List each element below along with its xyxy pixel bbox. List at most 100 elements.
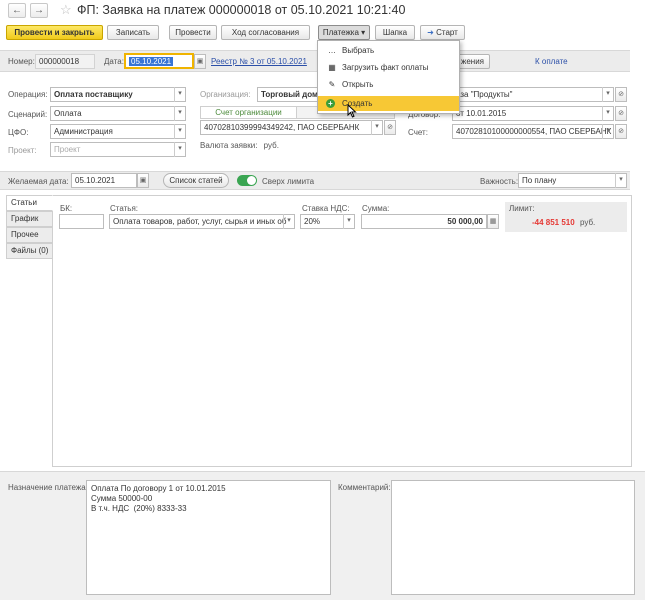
- save-button[interactable]: Записать: [107, 25, 159, 40]
- post-and-close-button[interactable]: Провести и закрыть: [6, 25, 103, 40]
- chevron-down-icon[interactable]: ▾: [174, 106, 185, 121]
- tab-organization-account[interactable]: Счет организации: [201, 107, 297, 118]
- tab-articles[interactable]: Статьи: [6, 195, 53, 211]
- chevron-down-icon[interactable]: ▾: [174, 142, 185, 157]
- favorite-star-icon[interactable]: ☆: [60, 2, 72, 18]
- sum-field[interactable]: 50 000,00: [361, 214, 487, 229]
- edit-icon: ✎: [328, 80, 336, 89]
- organization-label: Организация:: [200, 90, 251, 99]
- bk-field[interactable]: [59, 214, 104, 229]
- vat-label: Ставка НДС:: [302, 204, 350, 213]
- payments-dropdown-menu: … Выбрать ▦ Загрузить факт оплаты ✎ Откр…: [317, 40, 460, 114]
- chevron-down-icon[interactable]: ▾: [371, 120, 382, 135]
- add-icon: +: [326, 99, 335, 108]
- articles-list-button[interactable]: Список статей: [163, 173, 229, 188]
- counterparty-field[interactable]: аза "Продукты": [452, 87, 614, 102]
- date-field[interactable]: 05.10.2021: [124, 53, 194, 69]
- limit-label: Лимит:: [509, 204, 535, 213]
- header-button[interactable]: Шапка: [375, 25, 415, 40]
- chevron-down-icon[interactable]: ▾: [602, 87, 613, 102]
- counterparty-open-button[interactable]: ⊘: [615, 87, 627, 102]
- desired-date-calendar-button[interactable]: ▣: [137, 173, 149, 188]
- operation-field[interactable]: Оплата поставщику: [50, 87, 186, 102]
- ellipsis-icon: …: [328, 46, 336, 55]
- movements-button[interactable]: жения: [455, 54, 490, 69]
- menu-item-load-label: Загрузить факт оплаты: [342, 63, 429, 72]
- desired-date-field[interactable]: 05.10.2021: [71, 173, 137, 188]
- number-field: 000000018: [35, 54, 95, 69]
- payments-menu-button[interactable]: Платежка ▾: [318, 25, 370, 40]
- tab-other[interactable]: Прочее: [6, 227, 53, 243]
- tab-files[interactable]: Файлы (0): [6, 243, 53, 259]
- chevron-down-icon: ▾: [361, 28, 366, 37]
- organization-account-field[interactable]: 40702810399994349242, ПАО СБЕРБАНК: [200, 120, 383, 135]
- calendar-icon: ▣: [196, 58, 204, 65]
- menu-item-load-payment[interactable]: ▦ Загрузить факт оплаты: [318, 60, 459, 75]
- contract-field[interactable]: от 10.01.2015: [452, 106, 614, 121]
- articles-panel: [52, 195, 632, 467]
- desired-date-label: Желаемая дата:: [8, 177, 69, 186]
- date-calendar-button[interactable]: ▣: [194, 54, 206, 69]
- org-account-open-button[interactable]: ⊘: [384, 120, 396, 135]
- chevron-down-icon[interactable]: ▾: [602, 106, 613, 121]
- contract-open-button[interactable]: ⊘: [615, 106, 627, 121]
- arrow-left-icon: ←: [12, 5, 22, 16]
- number-label: Номер:: [8, 57, 35, 66]
- approval-progress-button[interactable]: Ход согласования: [221, 25, 310, 40]
- over-limit-label: Сверх лимита: [262, 177, 315, 186]
- payments-label: Платежка: [322, 28, 359, 37]
- menu-item-open[interactable]: ✎ Открыть: [318, 77, 459, 92]
- operation-label: Операция:: [8, 90, 48, 99]
- post-button[interactable]: Провести: [169, 25, 217, 40]
- tab-schedule[interactable]: График: [6, 211, 53, 227]
- account-field[interactable]: 40702810100000000554, ПАО СБЕРБАНК: [452, 124, 614, 139]
- limit-value: -44 851 510: [532, 218, 575, 227]
- chevron-down-icon[interactable]: ▾: [283, 214, 294, 229]
- account-open-button[interactable]: ⊘: [615, 124, 627, 139]
- article-field[interactable]: Оплата товаров, работ, услуг, сырья и ин…: [109, 214, 295, 229]
- link-icon: ⊘: [618, 128, 624, 135]
- chevron-down-icon[interactable]: ▾: [174, 87, 185, 102]
- forward-button[interactable]: →: [30, 3, 48, 18]
- chevron-down-icon[interactable]: ▾: [615, 173, 626, 188]
- cfo-label: ЦФО:: [8, 128, 29, 137]
- start-arrow-icon: ➜: [427, 28, 434, 37]
- menu-item-create[interactable]: + Создать: [318, 96, 459, 111]
- project-field[interactable]: Проект: [50, 142, 186, 157]
- importance-label: Важность:: [480, 177, 519, 186]
- scenario-label: Сценарий:: [8, 110, 48, 119]
- currency-value: руб.: [263, 141, 279, 150]
- arrow-right-icon: →: [34, 5, 44, 16]
- calculator-button[interactable]: ▦: [487, 214, 499, 229]
- start-button[interactable]: ➜ Старт: [420, 25, 465, 40]
- comment-textarea[interactable]: [391, 480, 635, 595]
- scenario-field[interactable]: Оплата: [50, 106, 186, 121]
- registry-link[interactable]: Реестр № 3 от 05.10.2021: [211, 57, 307, 66]
- calendar-icon: ▣: [139, 177, 147, 184]
- chevron-down-icon[interactable]: ▾: [174, 124, 185, 139]
- account-label: Счет:: [408, 128, 428, 137]
- cfo-field[interactable]: Администрация: [50, 124, 186, 139]
- menu-item-select[interactable]: … Выбрать: [318, 43, 459, 58]
- currency-label-text: Валюта заявки:: [200, 141, 258, 150]
- organization-field[interactable]: Торговый дом: [257, 87, 319, 102]
- link-icon: ⊘: [618, 91, 624, 98]
- purpose-textarea[interactable]: Оплата По договору 1 от 10.01.2015 Сумма…: [86, 480, 331, 595]
- menu-item-open-label: Открыть: [342, 80, 374, 89]
- currency-label: Валюта заявки: руб.: [200, 141, 279, 150]
- status-link[interactable]: К оплате: [535, 57, 568, 66]
- calculator-icon: ▦: [489, 218, 497, 225]
- start-label: Старт: [436, 28, 458, 37]
- project-label: Проект:: [8, 146, 37, 155]
- mouse-cursor-icon: [347, 104, 357, 118]
- chevron-down-icon[interactable]: ▾: [343, 214, 354, 229]
- load-icon: ▦: [328, 63, 336, 72]
- bk-label: БК:: [60, 204, 73, 213]
- back-button[interactable]: ←: [8, 3, 26, 18]
- chevron-down-icon[interactable]: ▾: [602, 124, 613, 139]
- importance-field[interactable]: По плану: [518, 173, 627, 188]
- side-tabs: Статьи График Прочее Файлы (0): [6, 195, 53, 259]
- link-icon: ⊘: [387, 124, 393, 131]
- link-icon: ⊘: [618, 110, 624, 117]
- over-limit-toggle[interactable]: [237, 175, 257, 186]
